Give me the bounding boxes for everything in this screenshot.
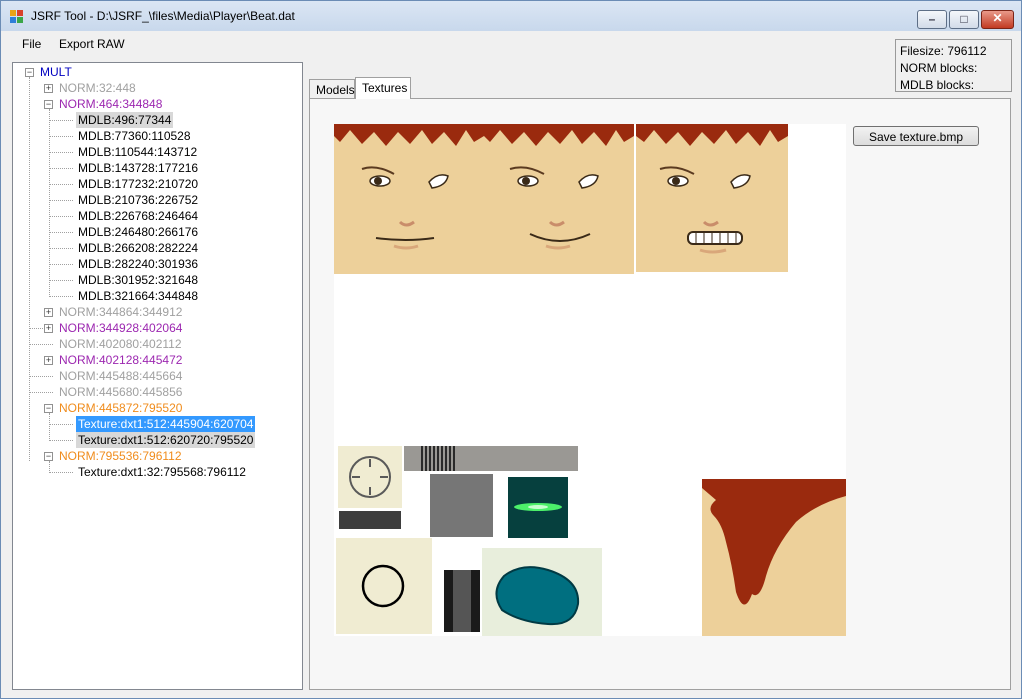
tree-node[interactable]: NORM:402128:445472 xyxy=(57,352,184,368)
tree-node-texture-selected[interactable]: Texture:dxt1:512:445904:620704 xyxy=(76,416,256,432)
tree-node-selected[interactable]: MDLB:496:77344 xyxy=(76,112,174,128)
tree-node[interactable]: NORM:344928:402064 xyxy=(57,320,184,336)
tree-node[interactable]: MDLB:321664:344848 xyxy=(76,288,200,304)
gray-texture xyxy=(430,474,493,537)
menu-export-raw[interactable]: Export RAW xyxy=(59,37,125,51)
tree-node[interactable]: MDLB:301952:321648 xyxy=(76,272,200,288)
window-title: JSRF Tool - D:\JSRF_\files\Media\Player\… xyxy=(31,9,295,23)
tab-models[interactable]: Models xyxy=(309,79,355,99)
tree-node[interactable]: MDLB:177232:210720 xyxy=(76,176,200,192)
maximize-icon: □ xyxy=(960,12,968,26)
tree-node[interactable]: NORM:795536:796112 xyxy=(57,448,184,464)
tree-node[interactable]: MDLB:246480:266176 xyxy=(76,224,200,240)
tree-node[interactable]: MDLB:282240:301936 xyxy=(76,256,200,272)
tree-root-node[interactable]: MULT xyxy=(38,64,74,80)
menu-file[interactable]: File xyxy=(22,37,41,51)
app-icon xyxy=(10,10,24,23)
tree-node[interactable]: NORM:445872:795520 xyxy=(57,400,184,416)
app-window: JSRF Tool - D:\JSRF_\files\Media\Player\… xyxy=(0,0,1022,699)
tree-node[interactable]: NORM:445488:445664 xyxy=(57,368,184,384)
tree-node[interactable]: NORM:344864:344912 xyxy=(57,304,184,320)
tree-expand-toggle[interactable]: + xyxy=(44,324,53,333)
dial-texture xyxy=(338,446,402,508)
title-bar[interactable]: JSRF Tool - D:\JSRF_\files\Media\Player\… xyxy=(1,1,1021,31)
filesize-label: Filesize: 796112 xyxy=(900,44,987,58)
tab-textures[interactable]: Textures xyxy=(355,77,411,99)
tree-node-texture[interactable]: Texture:dxt1:32:795568:796112 xyxy=(76,464,248,480)
tree-expand-toggle[interactable]: + xyxy=(44,84,53,93)
face-texture-3 xyxy=(636,124,788,272)
minimize-icon: – xyxy=(928,12,936,26)
texture-preview xyxy=(334,124,846,636)
block-tree-view[interactable]: − MULT + NORM:32:448 − NORM:464:344848 M… xyxy=(12,62,303,690)
tree-node[interactable]: MDLB:226768:246464 xyxy=(76,208,200,224)
tree-node[interactable]: MDLB:143728:177216 xyxy=(76,160,200,176)
norm-blocks-label: NORM blocks: xyxy=(900,61,978,75)
tree-node[interactable]: MDLB:77360:110528 xyxy=(76,128,193,144)
tree-collapse-toggle[interactable]: − xyxy=(44,452,53,461)
tree-collapse-toggle[interactable]: − xyxy=(44,404,53,413)
mdlb-blocks-label: MDLB blocks: xyxy=(900,78,975,92)
tree-expand-toggle[interactable]: + xyxy=(44,356,53,365)
tree-node[interactable]: NORM:464:344848 xyxy=(57,96,164,112)
tree-node[interactable]: NORM:445680:445856 xyxy=(57,384,184,400)
tree-expand-toggle[interactable]: + xyxy=(44,308,53,317)
face-texture-2 xyxy=(484,124,634,274)
tree-collapse-toggle[interactable]: − xyxy=(44,100,53,109)
minimize-button[interactable]: – xyxy=(917,10,947,29)
tree-node[interactable]: MDLB:266208:282224 xyxy=(76,240,200,256)
close-icon: ✕ xyxy=(992,11,1003,25)
menu-bar: File Export RAW xyxy=(2,33,1020,55)
tree-node[interactable]: MDLB:110544:143712 xyxy=(76,144,199,160)
face-texture-1 xyxy=(334,124,484,274)
save-texture-button[interactable]: Save texture.bmp xyxy=(853,126,979,146)
file-info-box: Filesize: 796112 NORM blocks: MDLB block… xyxy=(895,39,1012,92)
texture-image xyxy=(334,124,846,636)
tree-node-texture[interactable]: Texture:dxt1:512:620720:795520 xyxy=(76,432,256,448)
tree-node[interactable]: NORM:402080:402112 xyxy=(57,336,184,352)
maximize-button[interactable]: □ xyxy=(949,10,979,29)
tree-node[interactable]: MDLB:210736:226752 xyxy=(76,192,200,208)
close-button[interactable]: ✕ xyxy=(981,10,1014,29)
tree-node[interactable]: NORM:32:448 xyxy=(57,80,138,96)
circle-texture xyxy=(336,538,432,634)
tree-collapse-toggle[interactable]: − xyxy=(25,68,34,77)
